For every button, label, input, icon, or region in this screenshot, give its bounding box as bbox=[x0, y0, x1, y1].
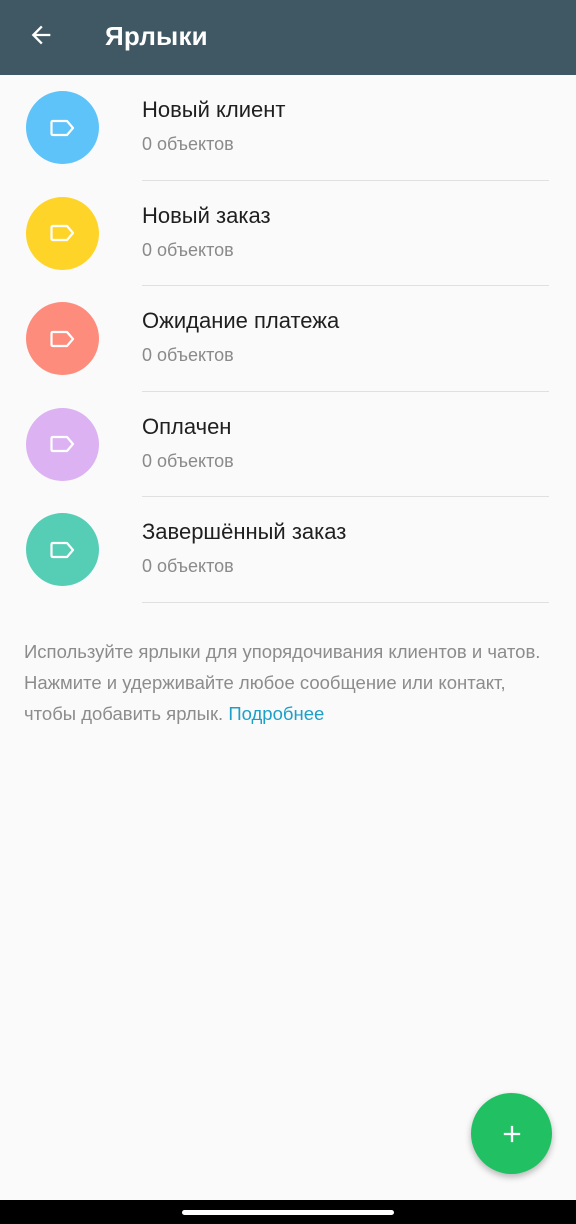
label-count: 0 объектов bbox=[142, 345, 234, 365]
tag-icon bbox=[49, 435, 74, 453]
label-item[interactable]: Новый заказ 0 объектов bbox=[0, 181, 576, 286]
label-name: Новый заказ bbox=[142, 202, 271, 228]
label-item[interactable]: Завершённый заказ 0 объектов bbox=[0, 497, 576, 603]
label-avatar bbox=[26, 302, 99, 375]
add-label-button[interactable] bbox=[471, 1093, 552, 1174]
label-avatar bbox=[26, 196, 99, 270]
label-avatar bbox=[26, 91, 99, 164]
plus-icon bbox=[503, 1125, 520, 1142]
label-count: 0 объектов bbox=[142, 450, 234, 471]
label-name: Новый клиент bbox=[142, 97, 286, 122]
tag-icon bbox=[49, 224, 74, 242]
tag-icon bbox=[49, 541, 74, 558]
label-item[interactable]: Ожидание платежа 0 объектов bbox=[0, 286, 576, 392]
label-name: Ожидание платежа bbox=[142, 308, 340, 333]
home-indicator[interactable] bbox=[182, 1210, 394, 1215]
label-list: Новый клиент 0 объектов Новый заказ 0 об… bbox=[0, 75, 576, 603]
back-button[interactable] bbox=[18, 14, 64, 56]
arrow-left-icon bbox=[31, 25, 51, 45]
system-nav-bar bbox=[0, 1200, 576, 1224]
label-item[interactable]: Оплачен 0 объектов bbox=[0, 392, 576, 497]
label-count: 0 объектов bbox=[142, 134, 234, 154]
info-text: Используйте ярлыки для упорядочивания кл… bbox=[24, 636, 554, 729]
page-title: Ярлыки bbox=[105, 21, 208, 51]
label-item[interactable]: Новый клиент 0 объектов bbox=[0, 75, 576, 181]
app-bar: Ярлыки bbox=[0, 0, 576, 75]
label-name: Оплачен bbox=[142, 413, 232, 439]
learn-more-link[interactable]: Подробнее bbox=[228, 703, 324, 724]
label-count: 0 объектов bbox=[142, 239, 234, 260]
label-name: Завершённый заказ bbox=[142, 519, 347, 544]
label-avatar bbox=[26, 513, 99, 586]
tag-icon bbox=[49, 119, 74, 136]
divider bbox=[142, 601, 549, 603]
label-count: 0 объектов bbox=[142, 556, 234, 576]
tag-icon bbox=[49, 330, 74, 347]
label-avatar bbox=[26, 407, 99, 481]
